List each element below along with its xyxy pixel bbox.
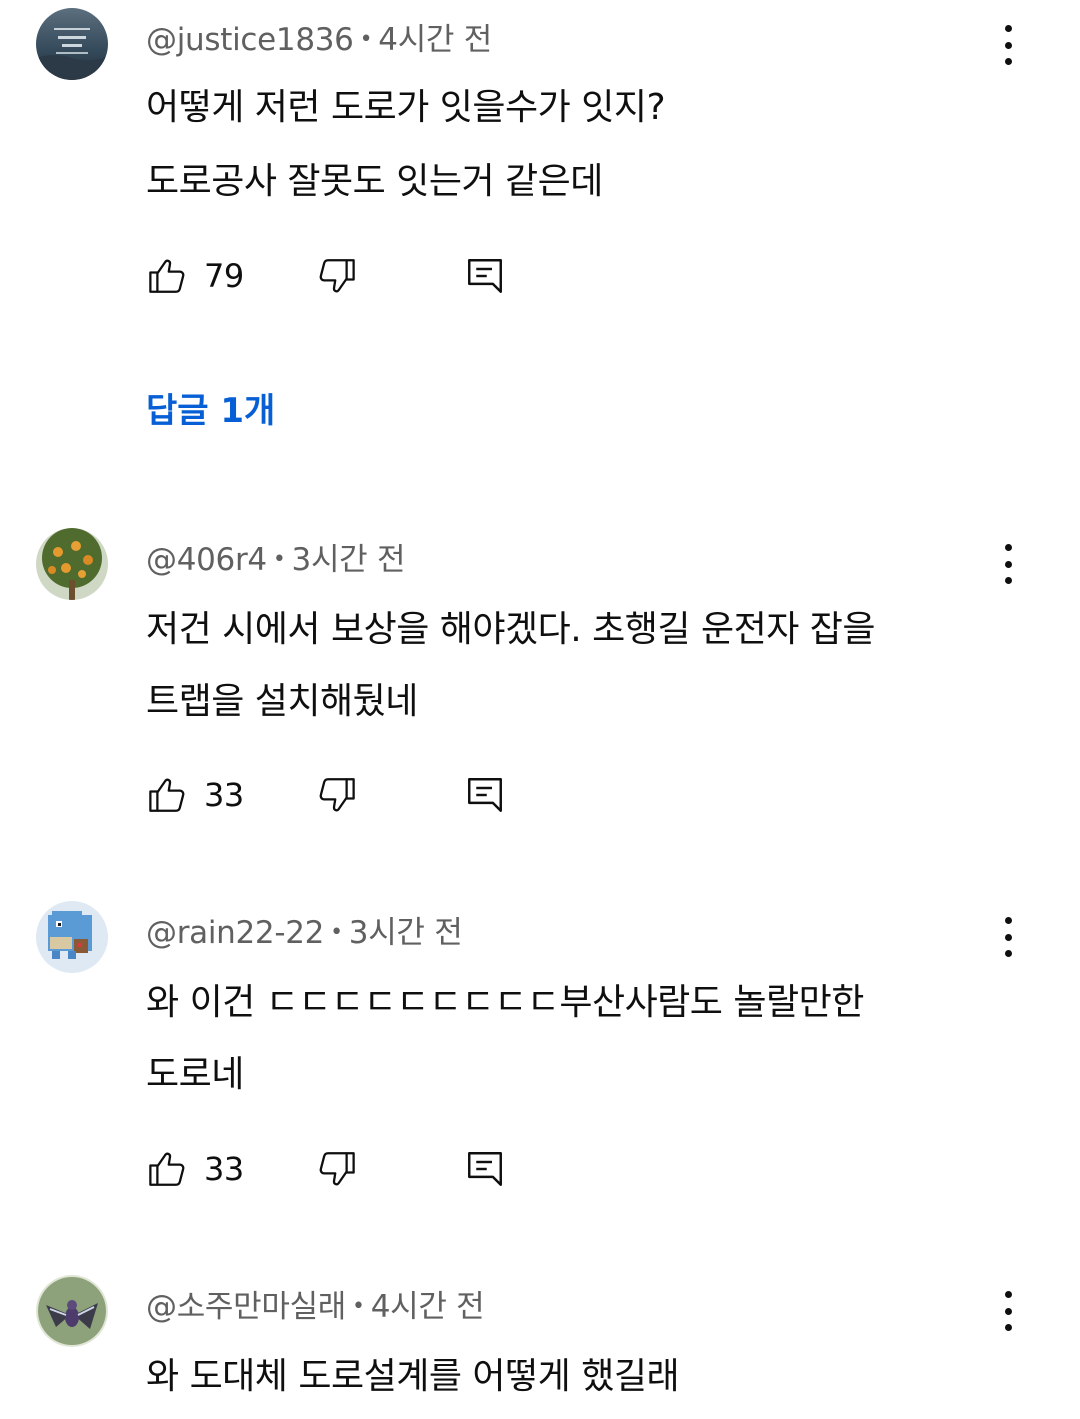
comment-text-line: 저건 시에서 보상을 해야겠다. 초행길 운전자 잡을 (146, 609, 876, 650)
reply-comment-icon (468, 259, 502, 293)
meta-separator: • (330, 920, 343, 945)
comment-time[interactable]: 4시간 전 (378, 22, 492, 58)
more-vert-icon[interactable] (990, 540, 1026, 588)
comment-time[interactable]: 3시간 전 (292, 542, 406, 578)
avatar[interactable] (36, 528, 108, 600)
comment-text-line: 와 도대체 도로설계를 어떻게 했길래 (146, 1356, 680, 1397)
thumb-down-icon (319, 259, 355, 293)
comment-text-line: 어떻게 저런 도로가 잇을수가 잇지? (146, 87, 666, 128)
reply-button[interactable] (464, 771, 506, 819)
comment-text-line: 와 이건 ㄷㄷㄷㄷㄷㄷㄷㄷㄷ부산사람도 놀랄만한 (146, 982, 864, 1023)
like-count: 33 (204, 776, 244, 814)
comment-author[interactable]: @justice1836 (146, 22, 354, 58)
reply-button[interactable] (464, 1145, 506, 1193)
comment-text-line: 트랩을 설치해뒀네 (146, 681, 418, 722)
replies-toggle-button[interactable]: 답글 1개 (146, 383, 275, 432)
thumb-down-icon (319, 1152, 355, 1186)
comment-text-line: 도로네 (146, 1054, 244, 1095)
reply-comment-icon (468, 778, 502, 812)
comment-meta: @justice1836 • 4시간 전 (146, 14, 492, 59)
thumb-up-icon (149, 778, 185, 812)
more-vert-icon[interactable] (990, 1287, 1026, 1335)
reply-button[interactable] (464, 252, 506, 300)
comment-text-line: 도로공사 잘못도 잇는거 같은데 (146, 161, 603, 202)
like-button[interactable]: 33 (146, 1145, 244, 1193)
meta-separator: • (352, 1294, 365, 1319)
thumb-up-icon (149, 259, 185, 293)
reply-comment-icon (468, 1152, 502, 1186)
comment-meta: @406r4 • 3시간 전 (146, 534, 405, 579)
comment-author[interactable]: @406r4 (146, 542, 267, 578)
more-vert-icon[interactable] (990, 21, 1026, 69)
meta-separator: • (272, 547, 286, 572)
dislike-button[interactable] (316, 1145, 358, 1193)
like-button[interactable]: 33 (146, 771, 244, 819)
dislike-button[interactable] (316, 252, 358, 300)
comment-time[interactable]: 3시간 전 (349, 915, 463, 951)
like-count: 79 (204, 257, 244, 295)
more-vert-icon[interactable] (990, 913, 1026, 961)
meta-separator: • (359, 27, 373, 52)
comment-author[interactable]: @rain22-22 (146, 915, 324, 951)
avatar[interactable] (36, 8, 108, 80)
comment-author[interactable]: @소주만마실래 (146, 1289, 346, 1325)
thumb-down-icon (319, 778, 355, 812)
comment-meta: @소주만마실래 • 4시간 전 (146, 1281, 485, 1326)
thumb-up-icon (149, 1152, 185, 1186)
comment-meta: @rain22-22 • 3시간 전 (146, 907, 463, 952)
comment-time[interactable]: 4시간 전 (371, 1289, 485, 1325)
like-count: 33 (204, 1150, 244, 1188)
like-button[interactable]: 79 (146, 252, 244, 300)
avatar[interactable] (36, 1275, 108, 1347)
avatar[interactable] (36, 901, 108, 973)
dislike-button[interactable] (316, 771, 358, 819)
